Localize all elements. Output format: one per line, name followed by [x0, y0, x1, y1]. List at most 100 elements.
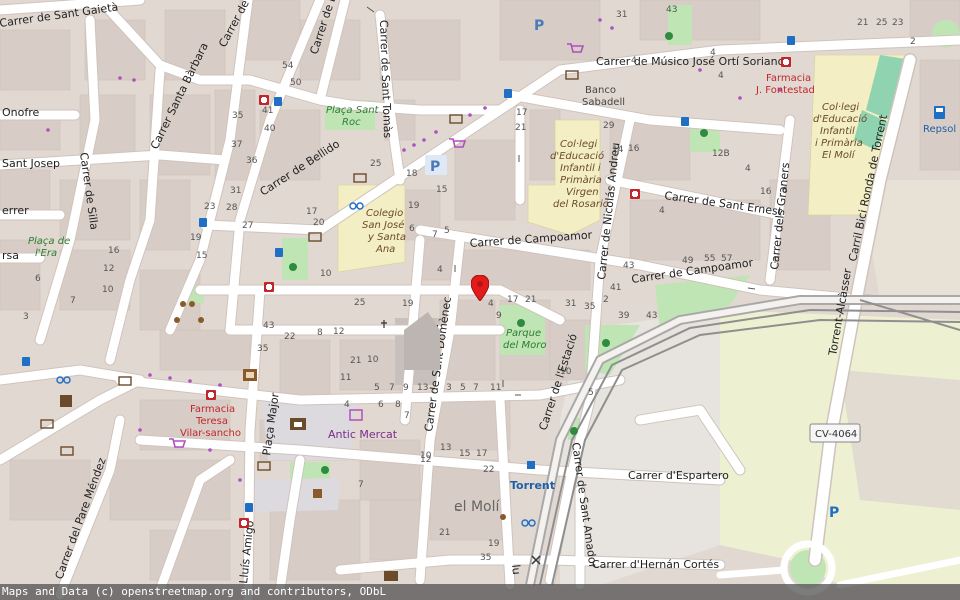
house-number: 2 [910, 37, 916, 47]
fuel-station-icon [934, 106, 945, 119]
house-number: 21 [439, 528, 450, 538]
house-number: 17 [306, 207, 317, 217]
house-number: 4 [344, 400, 350, 410]
house-number: 12B [712, 149, 730, 159]
cafe-icon [313, 489, 322, 498]
house-number: 8 [317, 328, 323, 338]
house-number: 20 [313, 218, 325, 228]
house-number: 12 [103, 264, 114, 274]
house-number: 28 [226, 203, 238, 213]
house-number: 50 [290, 78, 302, 88]
pharmacy-icon [630, 189, 640, 199]
house-number: 13 [440, 443, 451, 453]
house-number: 37 [231, 140, 242, 150]
house-number: 15 [459, 449, 470, 459]
house-number: 4 [718, 71, 724, 81]
pharmacy-icon [259, 95, 269, 105]
house-number: 5 [588, 388, 594, 398]
house-number: 5 [444, 226, 450, 236]
street-lu: lu [509, 564, 523, 575]
house-number: 12 [420, 455, 431, 465]
pharmacy-icon [206, 390, 216, 400]
house-number: 7 [358, 480, 364, 490]
street-sant-onofre: Onofre [2, 106, 40, 119]
house-number: 8 [395, 400, 401, 410]
castle-icon [290, 418, 306, 430]
house-number: 19 [402, 299, 414, 309]
house-number: 6 [409, 224, 415, 234]
house-number: 43 [646, 311, 657, 321]
house-number: 11 [340, 373, 351, 383]
house-number: 10 [367, 355, 379, 365]
house-number: 31 [230, 186, 241, 196]
street-rsa: rsa [2, 249, 19, 262]
house-number: 54 [282, 61, 294, 71]
house-number: 21 [857, 18, 868, 28]
house-number: 6 [378, 400, 384, 410]
house-number: 7 [473, 383, 479, 393]
house-number: 17 [507, 295, 518, 305]
antic-mercat-label: Antic Mercat [328, 428, 398, 441]
house-number: 15 [436, 185, 447, 195]
house-number: 17 [476, 449, 487, 459]
house-number: 35 [232, 111, 243, 121]
house-number: 31 [616, 10, 627, 20]
house-number: 6 [35, 274, 41, 284]
house-number: 16 [760, 187, 772, 197]
house-number: 3 [446, 383, 452, 393]
house-number: 19 [408, 201, 420, 211]
house-number: 9 [496, 311, 502, 321]
house-number: 35 [257, 344, 268, 354]
house-number: 25 [370, 159, 381, 169]
house-number: 5 [374, 383, 380, 393]
house-number: 23 [892, 18, 903, 28]
house-number: 39 [618, 311, 630, 321]
house-number: 4 [745, 164, 751, 174]
house-number: 7 [404, 411, 410, 421]
house-number: 41 [610, 283, 621, 293]
location-marker-icon[interactable] [471, 275, 489, 301]
house-number: 12 [333, 327, 344, 337]
house-number: 25 [876, 18, 887, 28]
house-number: 35 [480, 553, 491, 563]
house-number: 35 [584, 302, 595, 312]
house-number: 2 [603, 295, 609, 305]
street-hernan-cortes: Carrer d'Hernán Cortés [592, 558, 719, 571]
house-number: 21 [350, 356, 361, 366]
house-number: 7 [389, 383, 395, 393]
house-number: 19 [488, 539, 500, 549]
parking-icon: P [829, 505, 839, 521]
house-number: 21 [525, 295, 536, 305]
street-espartero: Carrer d'Espartero [628, 469, 729, 482]
house-number: 4 [659, 206, 665, 216]
house-number: 22 [284, 332, 295, 342]
pharmacy-icon [239, 518, 249, 528]
house-number: 3 [23, 312, 29, 322]
street-musico: Carrer de Músico José Ortí Soriano [596, 55, 785, 68]
house-number: 43 [263, 321, 274, 331]
house-number: 22 [483, 465, 494, 475]
parque-moro-label: Parque del Moro [503, 328, 546, 351]
repsol-label: Repsol [923, 124, 956, 135]
attribution-text[interactable]: Maps and Data (c) openstreetmap.org and … [2, 585, 386, 598]
house-number: 25 [354, 298, 365, 308]
house-number: 17 [516, 108, 527, 118]
house-number: 16 [108, 246, 120, 256]
house-number: 15 [196, 251, 207, 261]
house-number: 23 [204, 202, 215, 212]
svg-text:CV-4064: CV-4064 [815, 429, 857, 440]
pharmacy-icon [264, 282, 274, 292]
train-station-icon [527, 461, 535, 469]
house-number: 43 [666, 5, 677, 15]
house-number: 16 [628, 144, 640, 154]
house-number: 31 [565, 299, 576, 309]
house-number: 40 [264, 124, 276, 134]
monument-icon [60, 395, 72, 407]
house-number: 27 [242, 221, 253, 231]
street-ferrer: errer [2, 204, 29, 217]
el-moli-label: el Molí [454, 499, 500, 515]
attribution-bar: Maps and Data (c) openstreetmap.org and … [0, 584, 960, 600]
library-icon [243, 369, 257, 381]
parking-icon: P [534, 18, 544, 34]
street-sant-josep: Sant Josep [2, 157, 60, 170]
